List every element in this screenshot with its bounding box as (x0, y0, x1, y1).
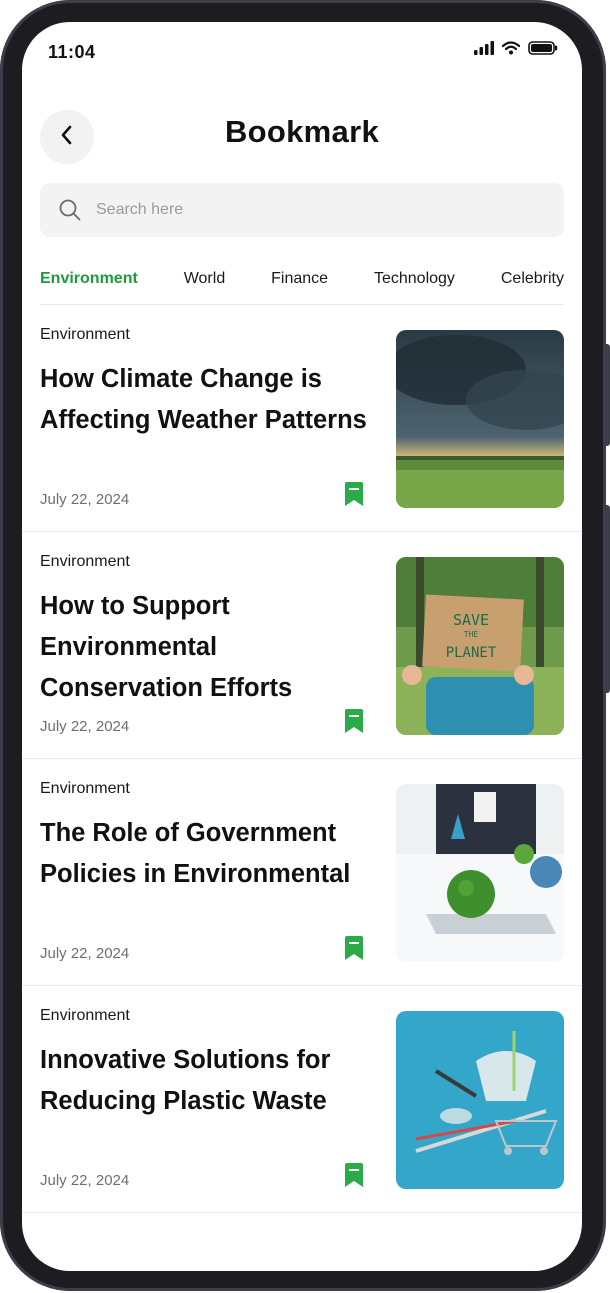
bookmark-icon[interactable] (344, 481, 364, 512)
article-title[interactable]: Innovative Solutions for Reducing Plasti… (40, 1040, 370, 1122)
search-bar[interactable] (40, 183, 564, 237)
page-title: Bookmark (224, 114, 379, 149)
battery-icon (528, 41, 558, 60)
article-thumbnail[interactable] (396, 784, 564, 962)
bookmark-icon[interactable] (344, 1162, 364, 1193)
image-sign-text: THE (464, 630, 479, 639)
search-input[interactable] (94, 200, 498, 220)
phone-side-button (604, 344, 610, 446)
article-thumbnail[interactable]: SAVE THE PLANET (396, 557, 564, 735)
article-category: Environment (40, 553, 130, 570)
article-card[interactable]: Environment How to Support Environmental… (22, 532, 582, 759)
tab-finance[interactable]: Finance (271, 268, 328, 304)
image-sign-text: SAVE (453, 611, 489, 629)
article-title[interactable]: How to Support Environmental Conservatio… (40, 586, 370, 709)
article-card[interactable]: Environment The Role of Government Polic… (22, 759, 582, 986)
bookmark-icon[interactable] (344, 708, 364, 739)
tab-celebrity[interactable]: Celebrity (501, 268, 564, 304)
tab-technology[interactable]: Technology (374, 268, 455, 304)
wifi-icon (501, 41, 521, 60)
app-screen: 11:04 Bookmark Search here Environment W… (22, 22, 582, 1271)
tab-environment[interactable]: Environment (40, 268, 138, 304)
article-card[interactable]: Environment Innovative Solutions for Red… (22, 986, 582, 1213)
article-title[interactable]: How Climate Change is Affecting Weather … (40, 359, 370, 441)
search-icon (58, 198, 82, 222)
article-thumbnail[interactable] (396, 1011, 564, 1189)
article-thumbnail[interactable] (396, 330, 564, 508)
article-title[interactable]: The Role of Government Policies in Envir… (40, 813, 370, 895)
signal-icon (474, 41, 494, 60)
bookmark-icon[interactable] (344, 935, 364, 966)
phone-side-button (604, 505, 610, 693)
article-category: Environment (40, 326, 130, 343)
article-date: July 22, 2024 (40, 491, 130, 508)
article-category: Environment (40, 780, 130, 797)
category-tabs: Environment World Finance Technology Cel… (40, 268, 564, 305)
image-sign-text: PLANET (446, 645, 497, 661)
status-bar: 11:04 (22, 22, 582, 78)
status-icons (474, 41, 558, 60)
tab-world[interactable]: World (184, 268, 226, 304)
bookmark-list: Environment How Climate Change is Affect… (22, 305, 582, 1213)
article-category: Environment (40, 1007, 130, 1024)
article-date: July 22, 2024 (40, 1172, 130, 1189)
status-time: 11:04 (48, 42, 96, 62)
article-date: July 22, 2024 (40, 945, 130, 962)
article-card[interactable]: Environment How Climate Change is Affect… (22, 305, 582, 532)
article-date: July 22, 2024 (40, 718, 130, 735)
